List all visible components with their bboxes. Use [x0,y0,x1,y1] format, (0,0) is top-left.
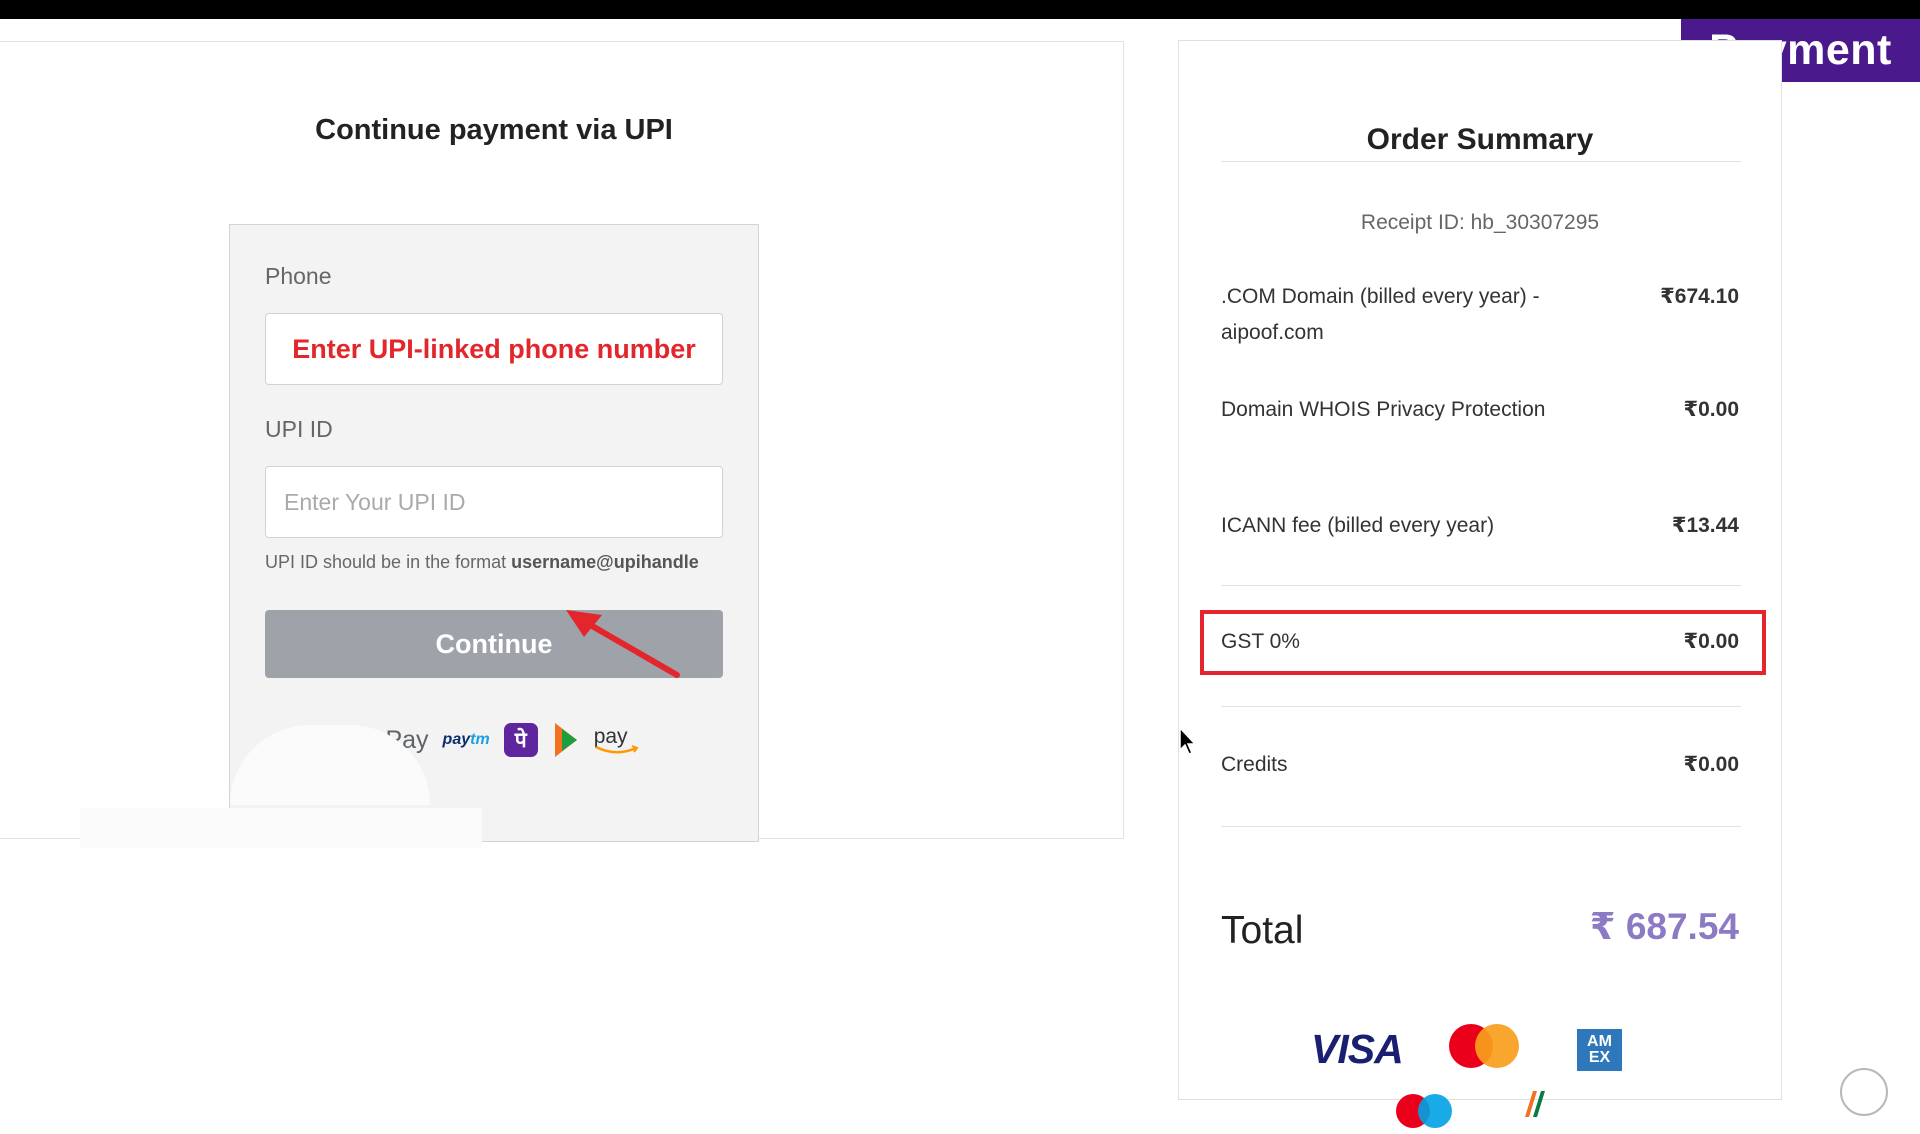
line-item-name: .COM Domain (billed every year) - aipoof… [1221,285,1540,344]
phonepe-icon: पे [503,723,538,757]
phone-field[interactable]: Enter UPI-linked phone number [265,313,723,385]
credits-price: ₹0.00 [1683,753,1739,776]
line-item-price: ₹0.00 [1683,398,1739,421]
accepted-cards: VISA AM EX [1179,996,1781,1128]
divider [1221,161,1741,162]
amazon-smile-icon [595,745,639,754]
divider [1221,826,1741,827]
upi-format-hint: UPI ID should be in the format username@… [265,552,699,573]
mastercard-icon [1449,1024,1519,1070]
visa-logo: VISA [1311,1026,1404,1072]
divider [1221,585,1741,586]
upi-id-field-wrapper[interactable] [265,466,723,538]
total-value: ₹ 687.54 [1589,906,1739,947]
amex-logo: AM EX [1577,1029,1622,1071]
paytm-text-b: tm [470,731,490,748]
line-item-price: ₹674.10 [1660,285,1739,308]
upi-format-text: UPI ID should be in the format [265,552,512,572]
credits-label: Credits [1221,753,1288,776]
line-item-name: Domain WHOIS Privacy Protection [1221,398,1546,421]
upi-id-label: UPI ID [265,416,333,442]
top-black-bar [0,0,1920,19]
phone-label: Phone [265,263,332,289]
mouse-cursor-icon [1179,726,1197,755]
total-label: Total [1221,909,1304,952]
upi-payment-panel: Continue payment via UPI Phone Enter UPI… [0,41,1124,842]
corner-circle-icon [1840,1068,1888,1116]
maestro-icon [1396,1094,1456,1134]
amazon-pay-logo: pay [594,725,639,755]
upi-id-input[interactable] [266,467,722,537]
order-summary-panel: Order Summary Receipt ID: hb_30307295 .C… [1178,40,1782,1128]
order-summary-title: Order Summary [1366,123,1594,156]
background-patch [80,808,482,848]
receipt-id: Receipt ID: hb_30307295 [1360,211,1600,234]
rupay-icon [1525,1091,1545,1117]
phone-hint-text: Enter UPI-linked phone number [292,333,696,364]
gst-highlight-box [1200,610,1766,675]
upi-panel-title: Continue payment via UPI [315,114,673,146]
line-item-name: ICANN fee (billed every year) [1221,514,1495,537]
paytm-text-a: pay [442,731,471,748]
bhim-icon [554,723,577,757]
paytm-logo: paytm [443,731,490,749]
annotation-arrow-icon [566,610,680,678]
divider [1221,706,1741,707]
upi-format-example: username@upihandle [511,552,699,572]
line-item-price: ₹13.44 [1671,514,1739,537]
